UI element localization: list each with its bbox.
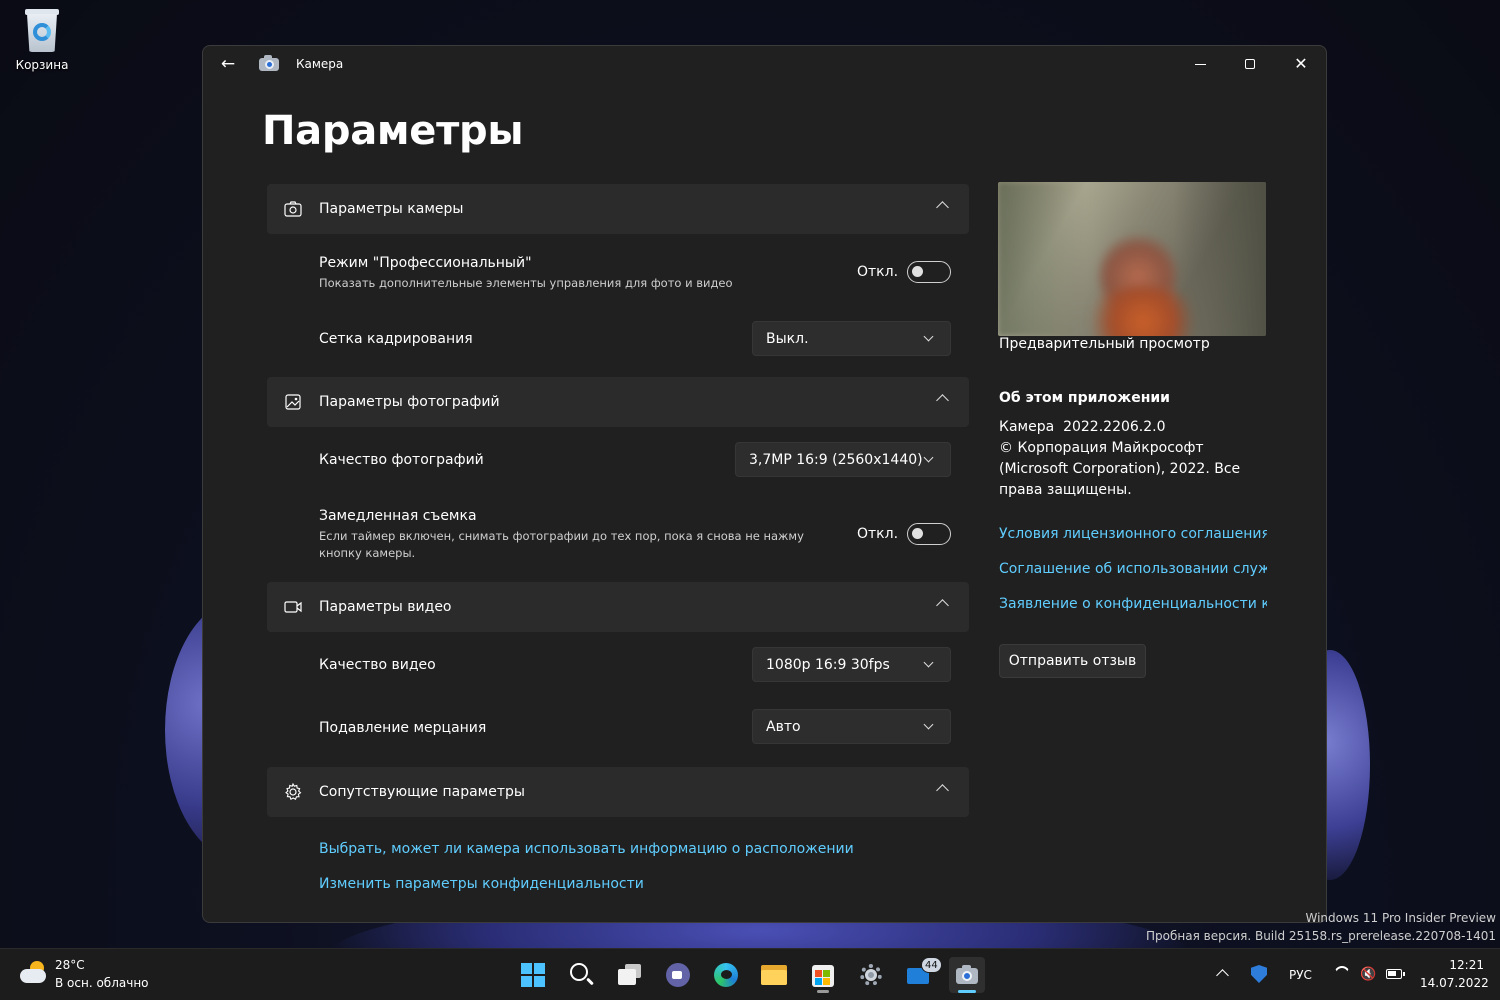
taskbar: 28°C В осн. облачно 44 РУС �	[0, 948, 1500, 1000]
privacy-statement-link[interactable]: Заявление о конфиденциальности корпораци…	[999, 596, 1267, 612]
watermark-edition: Windows 11 Pro Insider Preview	[1305, 911, 1496, 925]
send-feedback-button[interactable]: Отправить отзыв	[999, 644, 1146, 678]
maximize-button[interactable]	[1225, 46, 1275, 82]
copyright-line3: права защищены.	[999, 482, 1132, 498]
recycle-bin-shortcut[interactable]: Корзина	[8, 6, 76, 72]
timelapse-label: Замедленная съемка	[319, 508, 477, 524]
back-arrow-icon[interactable]: ←	[217, 54, 239, 74]
timelapse-state: Откл.	[857, 526, 899, 542]
search-button[interactable]	[563, 957, 599, 993]
file-explorer-button[interactable]	[756, 957, 792, 993]
video-settings-label: Параметры видео	[319, 599, 452, 615]
related-settings-label: Сопутствующие параметры	[319, 784, 525, 800]
license-terms-link[interactable]: Условия лицензионного соглашения на	[999, 526, 1267, 542]
weather-temperature[interactable]: 28°C	[55, 958, 85, 972]
weather-partly-cloudy-icon[interactable]	[20, 961, 48, 985]
privacy-settings-link[interactable]: Изменить параметры конфиденциальности	[319, 876, 644, 892]
input-language[interactable]: РУС	[1289, 968, 1312, 982]
services-agreement-link[interactable]: Соглашение об использовании служб	[999, 561, 1267, 577]
timelapse-description-line1: Если таймер включен, снимать фотографии …	[319, 529, 804, 543]
framing-grid-value: Выкл.	[766, 331, 809, 347]
chevron-down-icon	[923, 657, 934, 668]
camera-settings-header[interactable]: Параметры камеры	[267, 184, 969, 234]
framing-grid-dropdown[interactable]: Выкл.	[752, 321, 951, 356]
copyright-line2: (Microsoft Corporation), 2022. Все	[999, 461, 1241, 477]
edge-button[interactable]	[708, 957, 744, 993]
pro-mode-label: Режим "Профессиональный"	[319, 255, 532, 271]
settings-button[interactable]	[853, 957, 889, 993]
flicker-reduction-value: Авто	[766, 719, 801, 735]
camera-icon	[284, 201, 302, 217]
battery-icon[interactable]	[1386, 969, 1405, 979]
camera-settings-label: Параметры камеры	[319, 201, 464, 217]
gear-icon	[285, 782, 302, 800]
watermark-build: Пробная версия. Build 25158.rs_prereleas…	[1146, 929, 1496, 943]
timelapse-description-line2: кнопку камеры.	[319, 546, 416, 560]
copyright-line1: © Корпорация Майкрософт	[999, 440, 1204, 456]
wifi-icon[interactable]	[1334, 966, 1350, 982]
video-settings-header[interactable]: Параметры видео	[267, 582, 969, 632]
photo-settings-header[interactable]: Параметры фотографий	[267, 377, 969, 427]
pro-mode-state: Откл.	[857, 264, 899, 280]
video-quality-dropdown[interactable]: 1080p 16:9 30fps	[752, 647, 951, 682]
flicker-reduction-dropdown[interactable]: Авто	[752, 709, 951, 744]
camera-settings-window: ← Камера ✕ Параметры Параметры камеры Ре…	[202, 45, 1327, 923]
photo-quality-label: Качество фотографий	[319, 452, 484, 468]
location-permission-link[interactable]: Выбрать, может ли камера использовать ин…	[319, 841, 854, 857]
camera-preview-image	[998, 182, 1266, 336]
app-name-version: Камера 2022.2206.2.0	[999, 419, 1166, 435]
chevron-down-icon	[923, 719, 934, 730]
minimize-button[interactable]	[1175, 46, 1225, 82]
window-title: Камера	[296, 57, 344, 71]
chevron-up-icon[interactable]	[936, 394, 949, 407]
about-app-heading: Об этом приложении	[999, 390, 1170, 406]
title-bar[interactable]: ← Камера ✕	[203, 46, 1326, 82]
running-indicator	[817, 990, 829, 993]
video-quality-value: 1080p 16:9 30fps	[766, 657, 890, 673]
preview-caption: Предварительный просмотр	[999, 336, 1210, 352]
mail-unread-badge: 44	[921, 957, 942, 973]
photo-quality-dropdown[interactable]: 3,7MP 16:9 (2560x1440)	[735, 442, 951, 477]
page-title: Параметры	[262, 108, 524, 154]
framing-grid-label: Сетка кадрирования	[319, 331, 473, 347]
chevron-up-icon[interactable]	[936, 599, 949, 612]
flicker-reduction-label: Подавление мерцания	[319, 720, 487, 736]
active-app-indicator	[958, 990, 976, 993]
recycle-bin-icon	[23, 6, 61, 52]
photo-settings-label: Параметры фотографий	[319, 394, 500, 410]
close-button[interactable]: ✕	[1276, 46, 1326, 82]
app-version: 2022.2206.2.0	[1063, 419, 1166, 435]
chevron-down-icon	[923, 452, 934, 463]
weather-description[interactable]: В осн. облачно	[55, 976, 149, 990]
image-icon	[285, 394, 301, 410]
timelapse-toggle[interactable]	[907, 523, 951, 545]
video-camera-icon	[284, 601, 302, 613]
app-name: Камера	[999, 419, 1055, 435]
microsoft-store-button[interactable]	[805, 957, 841, 993]
recycle-bin-label: Корзина	[15, 58, 69, 72]
related-settings-header[interactable]: Сопутствующие параметры	[267, 767, 969, 817]
chevron-up-icon[interactable]	[936, 201, 949, 214]
mail-button[interactable]: 44	[901, 957, 942, 993]
photo-quality-value: 3,7MP 16:9 (2560x1440)	[749, 452, 923, 468]
pro-mode-description: Показать дополнительные элементы управле…	[319, 276, 733, 290]
chevron-down-icon	[923, 331, 934, 342]
camera-taskbar-button[interactable]	[949, 957, 985, 993]
show-hidden-icons-chevron-icon[interactable]	[1216, 969, 1229, 982]
camera-app-icon	[259, 55, 279, 71]
speaker-muted-icon[interactable]: 🔇	[1360, 967, 1376, 982]
windows-logo-icon	[521, 963, 545, 987]
start-button[interactable]	[515, 957, 551, 993]
store-bag-icon	[812, 965, 834, 987]
teams-chat-button[interactable]	[660, 957, 696, 993]
clock-date[interactable]: 14.07.2022	[1420, 976, 1489, 990]
windows-security-shield-icon[interactable]	[1251, 965, 1267, 983]
video-quality-label: Качество видео	[319, 657, 436, 673]
search-icon	[570, 963, 588, 981]
chevron-up-icon[interactable]	[936, 784, 949, 797]
clock-time[interactable]: 12:21	[1420, 958, 1484, 972]
task-view-button[interactable]	[612, 957, 648, 993]
pro-mode-toggle[interactable]	[907, 261, 951, 283]
